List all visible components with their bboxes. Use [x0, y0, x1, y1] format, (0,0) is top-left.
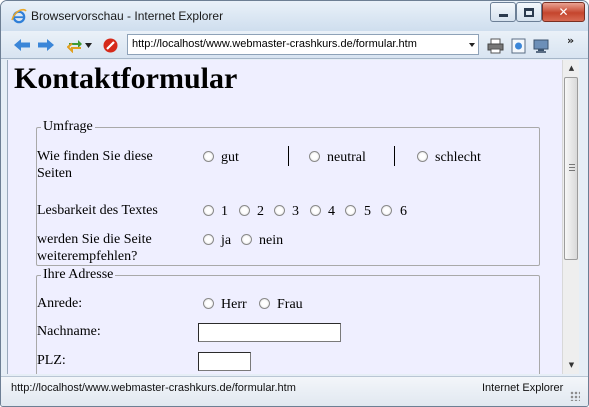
page-viewport: Kontaktformular Umfrage Wie finden Sie d… — [7, 60, 562, 374]
minimize-icon — [498, 13, 508, 17]
salutation-radio-frau[interactable] — [259, 298, 270, 309]
q2-radio-6[interactable] — [381, 205, 392, 216]
salutation-option-herr: Herr — [221, 297, 247, 312]
address-legend: Ihre Adresse — [41, 267, 116, 283]
q2-option-3: 3 — [292, 204, 299, 219]
close-button[interactable]: ✕ — [542, 2, 585, 22]
q2-label: Lesbarkeit des Textes — [37, 203, 158, 218]
q1-label: Wie finden Sie diese — [37, 149, 153, 164]
grip-line — [569, 170, 575, 171]
forward-arrow-icon[interactable] — [37, 38, 55, 52]
survey-legend: Umfrage — [41, 119, 95, 135]
vertical-scrollbar[interactable]: ▲ ▼ — [562, 60, 579, 374]
lastname-label: Nachname: — [37, 324, 101, 339]
q1-option-gut: gut — [221, 150, 239, 165]
refresh-icon[interactable] — [67, 38, 83, 53]
salutation-option-frau: Frau — [277, 297, 303, 312]
grip-line — [569, 167, 575, 168]
q1-label-line2: Seiten — [37, 166, 72, 181]
q2-option-2: 2 — [257, 204, 264, 219]
q1-radio-schlecht[interactable] — [417, 151, 428, 162]
lastname-input[interactable] — [198, 323, 341, 342]
q3-option-ja: ja — [221, 233, 232, 248]
q1-option-neutral: neutral — [327, 150, 366, 165]
scroll-up-arrow-icon[interactable]: ▲ — [563, 61, 580, 75]
q3-label: werden Sie die Seite — [37, 232, 152, 247]
q2-radio-4[interactable] — [310, 205, 321, 216]
back-arrow-icon[interactable] — [13, 38, 31, 52]
page-heading: Kontaktformular — [14, 62, 238, 95]
q2-option-1: 1 — [221, 204, 228, 219]
resize-grip-icon[interactable] — [570, 391, 580, 401]
status-url: http://localhost/www.webmaster-crashkurs… — [11, 382, 296, 394]
more-tools-chevron[interactable]: » — [567, 34, 574, 47]
separator — [288, 146, 289, 166]
q2-radio-1[interactable] — [203, 205, 214, 216]
q1-option-schlecht: schlecht — [435, 150, 481, 165]
address-dropdown-icon[interactable] — [469, 43, 475, 47]
page-icon[interactable] — [511, 38, 526, 54]
scroll-down-arrow-icon[interactable]: ▼ — [563, 358, 580, 372]
separator — [394, 146, 395, 166]
ie-logo-icon — [11, 8, 27, 24]
title-bar: Browservorschau - Internet Explorer ✕ — [1, 1, 588, 31]
close-icon: ✕ — [558, 5, 569, 19]
q2-radio-3[interactable] — [274, 205, 285, 216]
address-fieldset: Ihre Adresse Anrede: Herr Frau Nachname:… — [36, 267, 540, 374]
survey-fieldset: Umfrage Wie finden Sie diese Seiten gut … — [36, 119, 540, 266]
address-bar[interactable]: http://localhost/www.webmaster-crashkurs… — [127, 34, 479, 55]
print-icon[interactable] — [487, 38, 504, 54]
q3-radio-ja[interactable] — [203, 234, 214, 245]
window-title: Browservorschau - Internet Explorer — [31, 9, 224, 23]
navigation-bar: http://localhost/www.webmaster-crashkurs… — [1, 31, 588, 59]
scroll-thumb[interactable] — [564, 77, 578, 260]
q2-radio-5[interactable] — [345, 205, 356, 216]
status-bar: http://localhost/www.webmaster-crashkurs… — [1, 376, 588, 406]
q1-radio-gut[interactable] — [203, 151, 214, 162]
q2-option-6: 6 — [400, 204, 407, 219]
refresh-dropdown-icon[interactable] — [85, 43, 92, 48]
q2-option-5: 5 — [364, 204, 371, 219]
maximize-button[interactable] — [516, 2, 542, 22]
status-zone: Internet Explorer — [482, 382, 564, 394]
q2-radio-2[interactable] — [239, 205, 250, 216]
q3-radio-nein[interactable] — [241, 234, 252, 245]
salutation-label: Anrede: — [37, 296, 83, 311]
q3-label-line2: weiterempfehlen? — [37, 249, 138, 264]
q3-option-nein: nein — [259, 233, 284, 248]
q2-option-4: 4 — [328, 204, 335, 219]
minimize-button[interactable] — [490, 2, 516, 22]
salutation-radio-herr[interactable] — [203, 298, 214, 309]
tools-icon[interactable] — [533, 38, 549, 54]
stop-icon[interactable] — [103, 38, 118, 53]
grip-line — [569, 164, 575, 165]
address-text: http://localhost/www.webmaster-crashkurs… — [132, 38, 417, 50]
maximize-icon — [524, 7, 534, 17]
q1-radio-neutral[interactable] — [309, 151, 320, 162]
browser-window: Browservorschau - Internet Explorer ✕ ht… — [0, 0, 589, 407]
zip-input[interactable] — [198, 352, 251, 371]
zip-label: PLZ: — [37, 353, 66, 368]
